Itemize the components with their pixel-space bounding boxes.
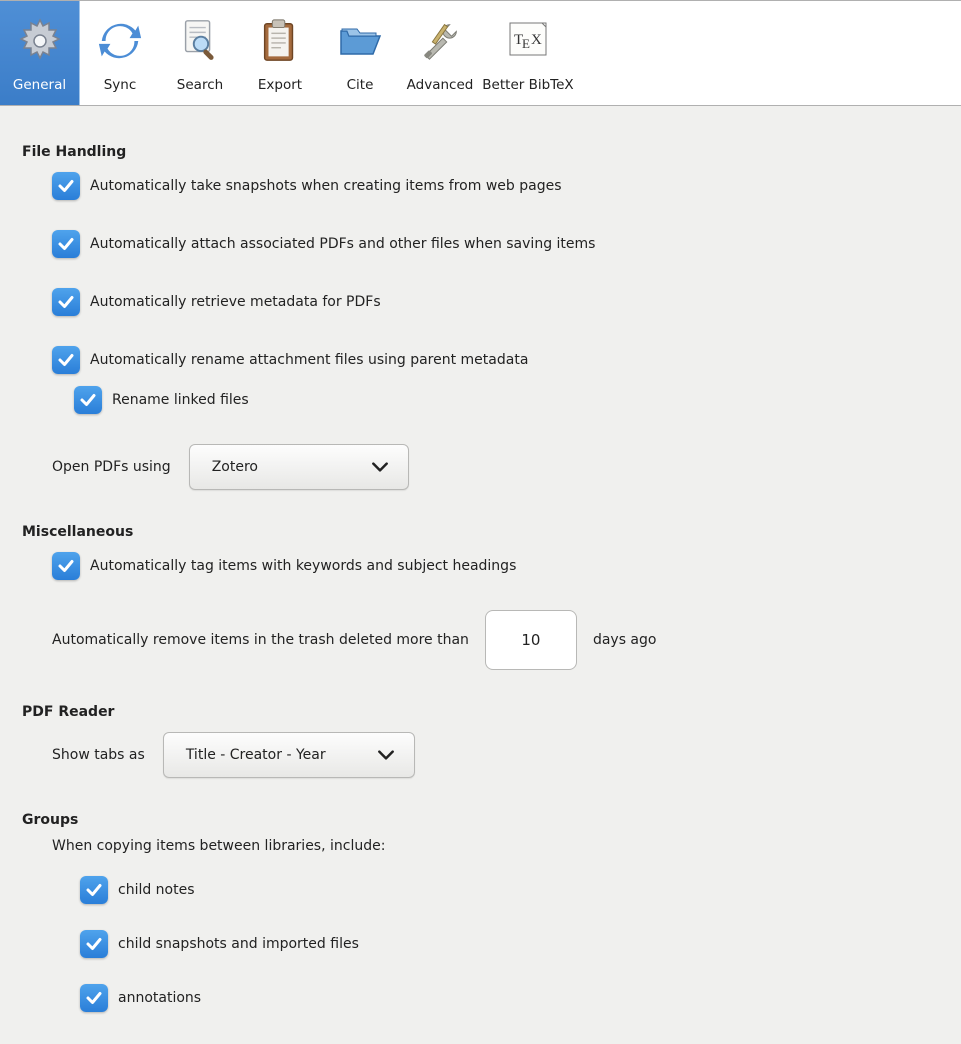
select-value: Zotero — [212, 459, 258, 475]
preferences-tabs: General Sync Search — [0, 0, 961, 106]
section-miscellaneous: Miscellaneous — [22, 524, 939, 540]
tab-label: Export — [258, 77, 302, 93]
label-child-notes: child notes — [118, 882, 195, 898]
clipboard-icon — [248, 9, 312, 73]
checkbox-annotations[interactable] — [80, 984, 108, 1012]
select-show-tabs[interactable]: Title - Creator - Year — [163, 732, 415, 778]
checkbox-rename-attach[interactable] — [52, 346, 80, 374]
tab-export[interactable]: Export — [240, 1, 320, 105]
sync-icon — [88, 9, 152, 73]
general-panel: File Handling Automatically take snapsho… — [0, 106, 961, 1044]
label-rename-linked: Rename linked files — [112, 392, 249, 408]
tab-label: Advanced — [407, 77, 474, 93]
tab-label: Better BibTeX — [482, 77, 573, 93]
label-trash-prefix: Automatically remove items in the trash … — [52, 632, 469, 648]
tab-label: General — [13, 77, 66, 93]
label-auto-tag: Automatically tag items with keywords an… — [90, 558, 516, 574]
label-show-tabs: Show tabs as — [52, 747, 145, 763]
label-snapshot: Automatically take snapshots when creati… — [90, 178, 561, 194]
svg-text:X: X — [531, 32, 542, 48]
gear-icon — [8, 9, 72, 73]
label-child-snapshots: child snapshots and imported files — [118, 936, 359, 952]
label-attach-pdfs: Automatically attach associated PDFs and… — [90, 236, 595, 252]
tab-search[interactable]: Search — [160, 1, 240, 105]
checkbox-auto-tag[interactable] — [52, 552, 80, 580]
input-trash-days[interactable]: 10 — [485, 610, 577, 670]
tab-label: Cite — [347, 77, 374, 93]
svg-text:E: E — [522, 36, 530, 51]
section-pdf-reader: PDF Reader — [22, 704, 939, 720]
checkbox-attach-pdfs[interactable] — [52, 230, 80, 258]
chevron-down-icon — [376, 745, 396, 765]
checkbox-child-snapshots[interactable] — [80, 930, 108, 958]
select-value: Title - Creator - Year — [186, 747, 326, 763]
label-groups-intro: When copying items between libraries, in… — [52, 838, 939, 854]
label-trash-suffix: days ago — [593, 632, 657, 648]
label-open-pdfs: Open PDFs using — [52, 459, 171, 475]
section-groups: Groups — [22, 812, 939, 828]
tab-general[interactable]: General — [0, 1, 80, 105]
section-file-handling: File Handling — [22, 144, 939, 160]
tab-advanced[interactable]: Advanced — [400, 1, 480, 105]
tex-icon: T E X — [496, 9, 560, 73]
label-retrieve-meta: Automatically retrieve metadata for PDFs — [90, 294, 381, 310]
label-annotations: annotations — [118, 990, 201, 1006]
search-document-icon — [168, 9, 232, 73]
tools-icon — [408, 9, 472, 73]
checkbox-snapshot[interactable] — [52, 172, 80, 200]
tab-cite[interactable]: Cite — [320, 1, 400, 105]
tab-label: Sync — [104, 77, 137, 93]
tab-label: Search — [177, 77, 223, 93]
tab-sync[interactable]: Sync — [80, 1, 160, 105]
label-rename-attach: Automatically rename attachment files us… — [90, 352, 528, 368]
folder-open-icon — [328, 9, 392, 73]
select-open-pdfs[interactable]: Zotero — [189, 444, 409, 490]
chevron-down-icon — [370, 457, 390, 477]
tab-better-bibtex[interactable]: T E X Better BibTeX — [480, 1, 576, 105]
checkbox-child-notes[interactable] — [80, 876, 108, 904]
checkbox-rename-linked[interactable] — [74, 386, 102, 414]
checkbox-retrieve-meta[interactable] — [52, 288, 80, 316]
